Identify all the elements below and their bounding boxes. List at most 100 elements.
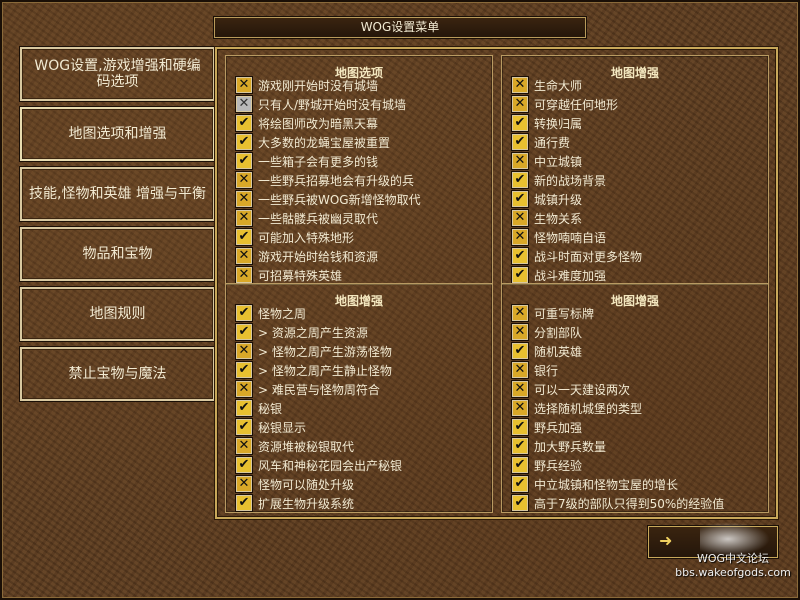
window-title: WOG设置菜单 <box>214 17 586 38</box>
cross-icon[interactable]: ✕ <box>236 191 252 207</box>
nav-map-options[interactable]: 地图选项和增强 <box>20 107 215 161</box>
option-row[interactable]: ✕ > 难民营与怪物周符合 <box>236 380 380 398</box>
checkmark-icon[interactable]: ✔ <box>512 134 528 150</box>
panel-map-options: 地图选项 ✕ 游戏刚开始时没有城墙 ✕ 只有人/野城开始时没有城墙 ✔ 将绘图师改为暗黑天… <box>225 55 493 285</box>
cross-icon[interactable]: ✕ <box>236 476 252 492</box>
cross-icon[interactable]: ✕ <box>512 96 528 112</box>
cross-icon[interactable]: ✕ <box>512 229 528 245</box>
option-label: 可能加入特殊地形 <box>258 230 355 245</box>
cross-icon[interactable]: ✕ <box>236 172 252 188</box>
cross-icon[interactable]: ✕ <box>236 210 252 226</box>
option-row[interactable]: ✕ 银行 <box>512 361 558 379</box>
option-row[interactable]: ✔ 加大野兵数量 <box>512 437 606 455</box>
option-row[interactable]: ✔ 战斗难度加强 <box>512 266 606 284</box>
option-row[interactable]: ✔ > 怪物之周产生静止怪物 <box>236 361 392 379</box>
checkmark-icon[interactable]: ✔ <box>512 115 528 131</box>
checkmark-icon[interactable]: ✔ <box>512 419 528 435</box>
option-row[interactable]: ✕ 游戏开始时给钱和资源 <box>236 247 378 265</box>
option-row[interactable]: ✕ 一些骷髅兵被幽灵取代 <box>236 209 378 227</box>
option-row[interactable]: ✔ 秘银 <box>236 399 282 417</box>
option-row[interactable]: ✕ 分割部队 <box>512 323 582 341</box>
option-row[interactable]: ✔ 野兵经验 <box>512 456 582 474</box>
option-row[interactable]: ✔ 野兵加强 <box>512 418 582 436</box>
nav-artifacts[interactable]: 物品和宝物 <box>20 227 215 281</box>
option-row[interactable]: ✕ 怪物喃喃自语 <box>512 228 606 246</box>
cross-icon[interactable]: ✕ <box>236 267 252 283</box>
checkmark-icon[interactable]: ✔ <box>512 343 528 359</box>
option-row[interactable]: ✔ 转换归属 <box>512 114 582 132</box>
checkmark-icon[interactable]: ✔ <box>236 362 252 378</box>
nav-map-rules[interactable]: 地图规则 <box>20 287 215 341</box>
option-label: 怪物之周 <box>258 306 307 321</box>
option-row[interactable]: ✕ 可穿越任何地形 <box>512 95 618 113</box>
option-row[interactable]: ✕ 中立城镇 <box>512 152 582 170</box>
checkmark-icon[interactable]: ✔ <box>512 476 528 492</box>
option-row[interactable]: ✕ 一些野兵被WOG新增怪物取代 <box>236 190 421 208</box>
option-row[interactable]: ✕ 生物关系 <box>512 209 582 227</box>
checkmark-icon[interactable]: ✔ <box>236 495 252 511</box>
option-row[interactable]: ✔ 一些箱子会有更多的钱 <box>236 152 378 170</box>
option-row[interactable]: ✔ 将绘图师改为暗黑天幕 <box>236 114 378 132</box>
nav-banned-artifacts-spells[interactable]: 禁止宝物与魔法 <box>20 347 215 401</box>
cross-icon[interactable]: ✕ <box>512 305 528 321</box>
checkmark-icon[interactable]: ✔ <box>512 191 528 207</box>
option-row[interactable]: ✔ 战斗时面对更多怪物 <box>512 247 642 265</box>
checkmark-icon[interactable]: ✔ <box>512 267 528 283</box>
option-row[interactable]: ✔ 大多数的龙蝇宝屋被重置 <box>236 133 390 151</box>
checkmark-icon[interactable]: ✔ <box>512 457 528 473</box>
checkmark-icon[interactable]: ✔ <box>236 400 252 416</box>
option-row[interactable]: ✕ 可以一天建设两次 <box>512 380 630 398</box>
option-row[interactable]: ✔ 高于7级的部队只得到50%的经验值 <box>512 494 724 512</box>
cross-icon[interactable]: ✕ <box>236 96 252 112</box>
option-row[interactable]: ✔ 中立城镇和怪物宝屋的增长 <box>512 475 678 493</box>
option-row[interactable]: ✕ 资源堆被秘银取代 <box>236 437 354 455</box>
cross-icon[interactable]: ✕ <box>512 153 528 169</box>
option-row[interactable]: ✕ 选择随机城堡的类型 <box>512 399 642 417</box>
cross-icon[interactable]: ✕ <box>236 343 252 359</box>
cross-icon[interactable]: ✕ <box>512 400 528 416</box>
checkmark-icon[interactable]: ✔ <box>236 115 252 131</box>
option-row[interactable]: ✔ 秘银显示 <box>236 418 306 436</box>
checkmark-icon[interactable]: ✔ <box>236 305 252 321</box>
option-row[interactable]: ✕ 只有人/野城开始时没有城墙 <box>236 95 406 113</box>
checkmark-icon[interactable]: ✔ <box>236 153 252 169</box>
option-row[interactable]: ✕ 一些野兵招募地会有升级的兵 <box>236 171 414 189</box>
option-row[interactable]: ✕ 怪物可以随处升级 <box>236 475 354 493</box>
nav-wog-settings[interactable]: WOG设置,游戏增强和硬编码选项 <box>20 47 215 101</box>
option-row[interactable]: ✕ 可招募特殊英雄 <box>236 266 342 284</box>
option-row[interactable]: ✔ 新的战场背景 <box>512 171 606 189</box>
checkmark-icon[interactable]: ✔ <box>512 438 528 454</box>
checkmark-icon[interactable]: ✔ <box>236 134 252 150</box>
cross-icon[interactable]: ✕ <box>512 210 528 226</box>
checkmark-icon[interactable]: ✔ <box>512 495 528 511</box>
option-row[interactable]: ✕ 生命大师 <box>512 76 582 94</box>
option-row[interactable]: ✔ 怪物之周 <box>236 304 306 322</box>
cross-icon[interactable]: ✕ <box>512 381 528 397</box>
cross-icon[interactable]: ✕ <box>236 381 252 397</box>
option-row[interactable]: ✔ 通行费 <box>512 133 570 151</box>
exit-arrow-icon[interactable]: ➜ <box>659 531 685 551</box>
option-row[interactable]: ✔ 扩展生物升级系统 <box>236 494 354 512</box>
option-row[interactable]: ✕ 游戏刚开始时没有城墙 <box>236 76 378 94</box>
option-row[interactable]: ✔ > 资源之周产生资源 <box>236 323 368 341</box>
checkmark-icon[interactable]: ✔ <box>512 172 528 188</box>
option-row[interactable]: ✕ > 怪物之周产生游荡怪物 <box>236 342 392 360</box>
option-row[interactable]: ✔ 随机英雄 <box>512 342 582 360</box>
cross-icon[interactable]: ✕ <box>512 362 528 378</box>
checkmark-icon[interactable]: ✔ <box>236 419 252 435</box>
checkmark-icon[interactable]: ✔ <box>236 457 252 473</box>
cross-icon[interactable]: ✕ <box>512 77 528 93</box>
checkmark-icon[interactable]: ✔ <box>236 324 252 340</box>
nav-label: 物品和宝物 <box>82 246 153 262</box>
option-row[interactable]: ✔ 可能加入特殊地形 <box>236 228 354 246</box>
cross-icon[interactable]: ✕ <box>236 438 252 454</box>
cross-icon[interactable]: ✕ <box>512 324 528 340</box>
cross-icon[interactable]: ✕ <box>236 248 252 264</box>
checkmark-icon[interactable]: ✔ <box>512 248 528 264</box>
checkmark-icon[interactable]: ✔ <box>236 229 252 245</box>
option-row[interactable]: ✔ 城镇升级 <box>512 190 582 208</box>
nav-skills-monsters-heroes[interactable]: 技能,怪物和英雄 增强与平衡 <box>20 167 215 221</box>
option-row[interactable]: ✕ 可重写标牌 <box>512 304 594 322</box>
option-row[interactable]: ✔ 风车和神秘花园会出产秘银 <box>236 456 402 474</box>
cross-icon[interactable]: ✕ <box>236 77 252 93</box>
